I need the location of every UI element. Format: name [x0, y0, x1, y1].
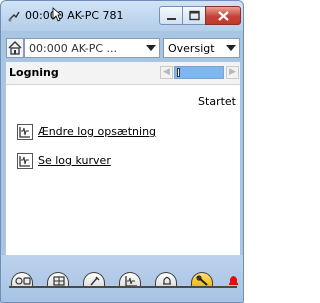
page-indicator[interactable]: [174, 66, 224, 79]
app-icon: [8, 11, 20, 22]
app-window: 00:000 AK-PC 781 00:000 AK-PC ... Oversi…: [0, 0, 244, 303]
link-label[interactable]: Se log kurver: [38, 154, 111, 167]
minimize-button[interactable]: [159, 6, 183, 25]
toolbar: 00:000 AK-PC ... Oversigt: [6, 38, 240, 60]
device-select-value: 00:000 AK-PC ...: [29, 42, 118, 55]
tab-bar-divider: [9, 286, 237, 288]
view-select[interactable]: Oversigt: [163, 38, 240, 58]
minimize-icon: [167, 18, 176, 20]
maximize-icon: [189, 10, 200, 21]
close-icon: [218, 11, 229, 21]
view-dropdown-button[interactable]: [224, 39, 239, 57]
close-button[interactable]: [205, 6, 241, 25]
graph-icon: [17, 153, 33, 169]
section-title: Logning: [9, 66, 59, 79]
maximize-button[interactable]: [182, 6, 206, 25]
chevron-down-icon: [226, 45, 236, 51]
device-select[interactable]: 00:000 AK-PC ...: [24, 38, 160, 58]
log-status: Startet: [198, 95, 236, 108]
chevron-down-icon: [146, 45, 156, 51]
home-button[interactable]: [6, 38, 24, 58]
previous-page-button[interactable]: ◀: [160, 66, 173, 79]
link-label[interactable]: Ændre log opsætning: [38, 125, 156, 138]
graph-icon: [17, 124, 33, 140]
content-panel: Logning ◀ ▶ Startet Ændre log opsætning …: [6, 62, 240, 255]
page-indicator-thumb[interactable]: [177, 68, 180, 77]
section-header: Logning ◀ ▶: [6, 62, 240, 85]
home-icon: [8, 41, 22, 55]
window-title: 00:000 AK-PC 781: [25, 9, 124, 22]
alarm-indicator-icon: [229, 276, 238, 285]
view-select-value: Oversigt: [168, 42, 215, 55]
next-page-button[interactable]: ▶: [226, 66, 239, 79]
title-bar[interactable]: 00:000 AK-PC 781: [1, 1, 243, 31]
bottom-tab-bar: [1, 255, 243, 302]
mouse-pointer-icon: [52, 7, 62, 22]
